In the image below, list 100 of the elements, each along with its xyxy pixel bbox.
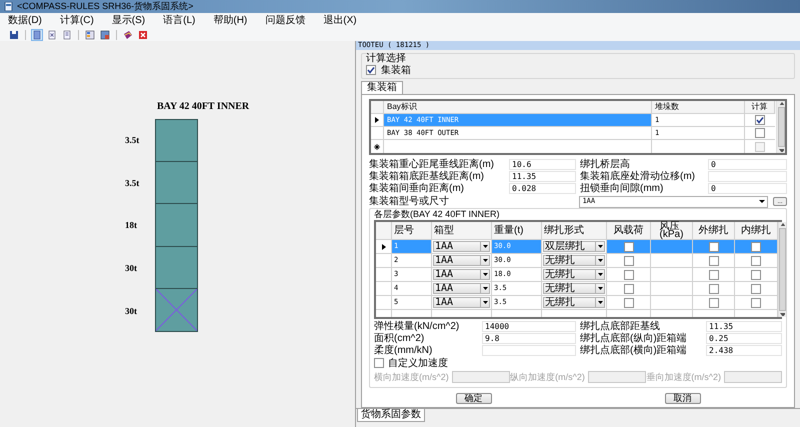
menu-item[interactable]: 计算(C) — [60, 14, 94, 26]
dropdown-value: 1AA — [434, 242, 454, 252]
dialog-button[interactable]: 取消 — [664, 392, 700, 404]
lashing-dropdown[interactable]: 无绑扎 — [543, 283, 605, 294]
dropdown-arrow-icon — [598, 301, 602, 304]
checkbox[interactable] — [755, 128, 765, 138]
type-dropdown[interactable]: 1AA — [433, 297, 490, 308]
checkbox[interactable] — [366, 65, 376, 75]
dropdown-arrow-icon — [482, 273, 488, 276]
checkbox[interactable] — [374, 358, 384, 368]
input-field[interactable] — [708, 171, 787, 182]
scroll-thumb[interactable] — [779, 228, 786, 311]
toolbar-button[interactable] — [46, 28, 58, 40]
dropdown-value: 无绑扎 — [544, 270, 576, 280]
checkbox[interactable] — [708, 256, 718, 266]
field-label: 横向加速度(m/s^2) — [374, 372, 449, 382]
type-dropdown[interactable]: 1AA — [433, 255, 490, 266]
input-field[interactable]: 0.028 — [509, 183, 576, 194]
column-header: 堆垛数 — [652, 101, 745, 114]
weight-label: 30t — [125, 263, 138, 274]
input-field[interactable]: 0 — [708, 183, 787, 194]
checkbox[interactable] — [708, 298, 718, 308]
checkbox[interactable] — [755, 142, 765, 152]
input-field[interactable]: 0 — [708, 159, 787, 170]
field-label: 集装箱重心距尾垂线距离(m) — [369, 159, 495, 170]
row-pointer-icon — [382, 244, 386, 250]
lashing-dropdown[interactable]: 无绑扎 — [543, 269, 605, 280]
type-dropdown[interactable]: 1AA — [433, 283, 490, 294]
menu-item[interactable]: 退出(X) — [323, 14, 357, 26]
column-header: 绑扎形式 — [542, 222, 607, 240]
table-icon — [85, 30, 95, 40]
menu-item[interactable]: 数据(D) — [8, 14, 42, 26]
toolbar-button[interactable] — [31, 28, 43, 40]
scroll-thumb[interactable] — [778, 107, 784, 147]
input-field[interactable]: 11.35 — [706, 321, 782, 332]
checkbox[interactable] — [751, 242, 761, 252]
dropdown-arrow-icon — [482, 287, 488, 290]
checkbox[interactable] — [708, 242, 718, 252]
checkbox[interactable] — [624, 284, 634, 294]
checkbox[interactable] — [751, 298, 761, 308]
app-icon — [4, 2, 13, 11]
new-row-icon — [374, 144, 380, 150]
checkbox[interactable] — [624, 242, 634, 252]
menu-item[interactable]: 问题反馈 — [265, 14, 306, 26]
menu-item[interactable]: 语言(L) — [163, 14, 196, 26]
input-field[interactable]: 10.6 — [509, 159, 576, 170]
toolbar-button[interactable] — [61, 28, 73, 40]
dropdown-value: 无绑扎 — [544, 298, 576, 308]
menu-item[interactable]: 帮助(H) — [213, 14, 248, 26]
tab[interactable]: 货物系固参数 — [357, 409, 425, 422]
input-field[interactable]: 9.8 — [482, 333, 576, 344]
dropdown-arrow-icon — [598, 245, 602, 248]
checkbox[interactable] — [624, 298, 634, 308]
document-icon — [32, 30, 42, 40]
scroll-up-icon — [778, 102, 784, 105]
checkbox-label: 自定义加速度 — [388, 358, 448, 368]
dialog-button[interactable]: 确定 — [456, 392, 492, 404]
group-label: 各层参数(BAY 42 40FT INNER) — [374, 209, 501, 220]
weight-label: 3.5t — [125, 135, 140, 146]
field-label: 绑扎桥层高 — [580, 159, 631, 170]
lashing-dropdown[interactable]: 无绑扎 — [543, 297, 605, 308]
field-label: 集装箱型号或尺寸 — [369, 196, 450, 207]
input-field[interactable]: 0.25 — [706, 333, 782, 344]
type-dropdown[interactable]: 1AA — [433, 269, 490, 280]
checkbox[interactable] — [751, 284, 761, 294]
checkbox[interactable] — [708, 270, 718, 280]
window-title: <COMPASS-RULES SRH36-货物系固系统> — [17, 1, 194, 12]
scroll-up-icon — [780, 223, 785, 226]
input-field[interactable] — [482, 345, 576, 356]
menu-item[interactable]: 显示(S) — [112, 14, 146, 26]
weight-label: 18t — [125, 220, 138, 230]
weight-label: 30t — [125, 306, 138, 316]
dropdown-value: 1AA — [434, 298, 454, 308]
type-dropdown[interactable]: 1AA — [433, 241, 490, 252]
toolbar-button[interactable] — [8, 28, 20, 40]
toolbar-button[interactable] — [122, 28, 134, 40]
input-field[interactable]: 14000 — [482, 321, 576, 332]
checkbox[interactable] — [624, 256, 634, 266]
input-field[interactable]: 2.438 — [706, 345, 782, 356]
checkbox[interactable] — [755, 115, 765, 125]
lashing-dropdown[interactable]: 无绑扎 — [543, 255, 605, 266]
checkbox[interactable] — [751, 256, 761, 266]
checkbox[interactable] — [624, 270, 634, 280]
group-label: 计算选择 — [366, 53, 407, 64]
dropdown-arrow-icon — [598, 259, 602, 262]
lashing-dropdown[interactable]: 双层绑扎 — [543, 241, 605, 252]
scrollbar[interactable] — [778, 222, 786, 317]
scrollbar[interactable] — [776, 101, 785, 153]
toolbar-button[interactable] — [99, 28, 111, 40]
column-header: 箱型 — [432, 222, 492, 240]
column-header: 计算 — [745, 101, 775, 114]
picture-icon — [100, 30, 110, 40]
toolbar-button[interactable] — [84, 28, 96, 40]
checkbox[interactable] — [751, 270, 761, 280]
field-label: 垂向加速度(m/s^2) — [646, 372, 721, 382]
tab[interactable]: 集装箱 — [361, 81, 403, 94]
bay-title: BAY 42 40FT INNER — [157, 101, 250, 113]
checkbox[interactable] — [708, 284, 718, 294]
input-field[interactable]: 11.35 — [509, 171, 576, 182]
toolbar-button[interactable] — [137, 28, 149, 40]
